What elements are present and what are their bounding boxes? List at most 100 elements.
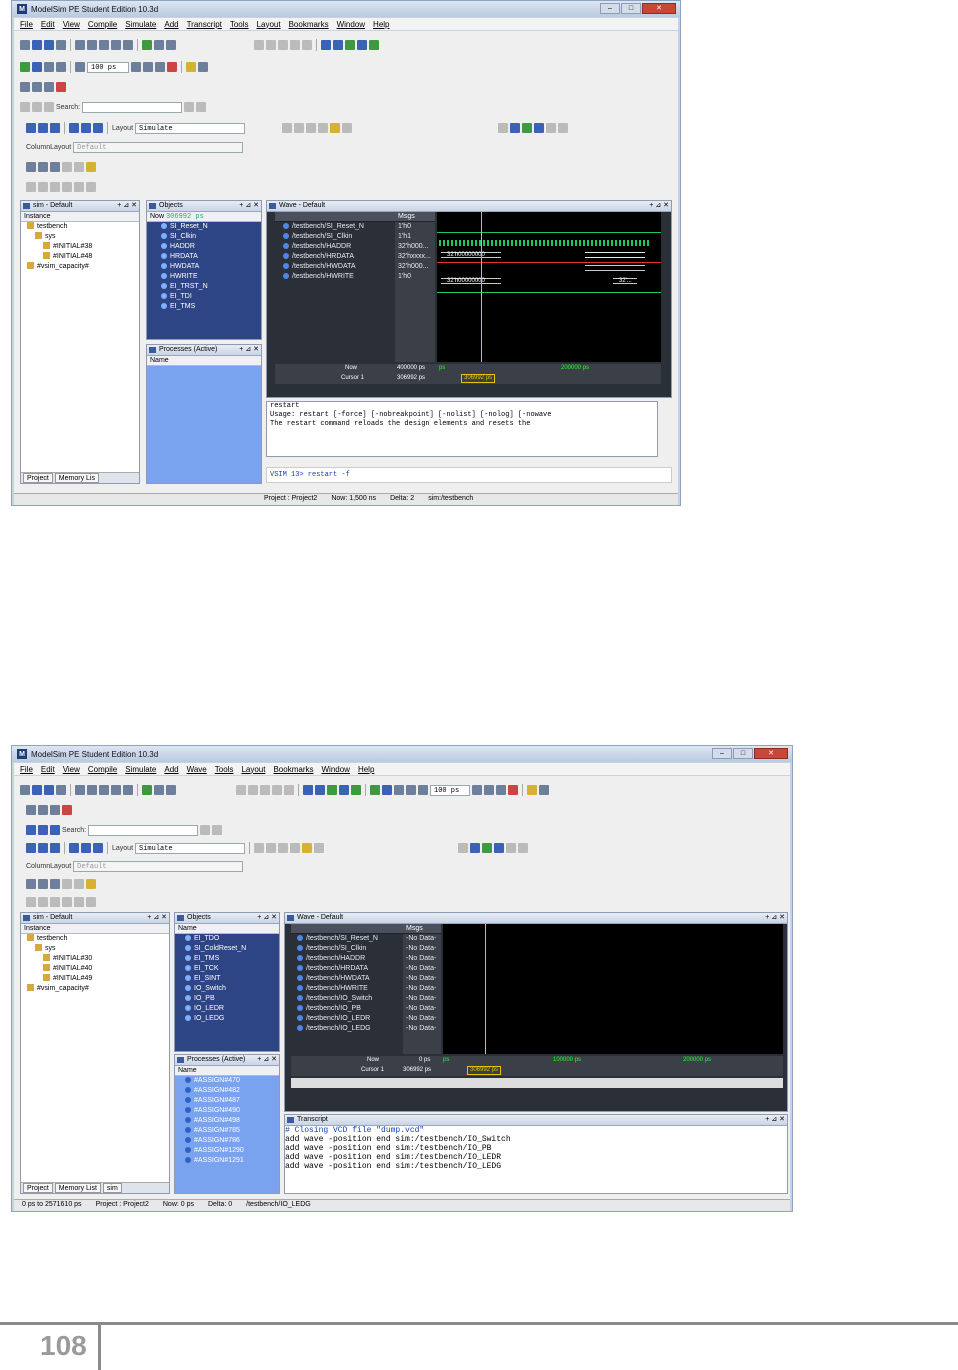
maximize-button[interactable]: □	[621, 3, 641, 14]
run-forward-icon[interactable]	[406, 785, 416, 795]
object-row[interactable]: EI_TRST_N	[147, 282, 261, 292]
zoom-last-icon[interactable]	[314, 843, 325, 853]
process-row[interactable]: #ASSIGN#1290	[175, 1146, 279, 1156]
break-icon[interactable]	[302, 40, 312, 50]
break-sim-icon[interactable]	[167, 62, 177, 72]
step-up-icon[interactable]	[50, 123, 60, 133]
step-into-icon[interactable]	[38, 843, 48, 853]
open-icon[interactable]	[32, 785, 42, 795]
run-icon[interactable]	[131, 62, 141, 72]
process-row[interactable]: #ASSIGN#490	[175, 1106, 279, 1116]
wave-signal-row[interactable]: /testbench/HRDATA	[291, 964, 403, 974]
tree-item[interactable]: testbench	[21, 222, 139, 232]
tree-item[interactable]: #vsim_capacity#	[21, 262, 139, 272]
process-row[interactable]: #ASSIGN#498	[175, 1116, 279, 1126]
object-row[interactable]: IO_LEDG	[175, 1014, 279, 1024]
menu-item-tools[interactable]: Tools	[230, 20, 249, 29]
new-icon[interactable]	[20, 40, 30, 50]
nav-up-icon[interactable]	[44, 102, 54, 112]
process-row[interactable]: #ASSIGN#785	[175, 1126, 279, 1136]
memory-icon[interactable]	[357, 40, 367, 50]
tree-item[interactable]: sys	[21, 944, 169, 954]
step-out-icon[interactable]	[278, 40, 288, 50]
step-over-icon[interactable]	[266, 40, 276, 50]
instance-column-header[interactable]: Instance	[21, 924, 169, 934]
tree-item[interactable]: #INITIAL#30	[21, 954, 169, 964]
stop-icon[interactable]	[418, 785, 428, 795]
pane-controls[interactable]: + ⊿ ✕	[257, 913, 277, 923]
process-row[interactable]: #ASSIGN#1291	[175, 1156, 279, 1166]
stop-icon[interactable]	[75, 62, 85, 72]
menu-item-add[interactable]: Add	[164, 765, 178, 774]
zoom-in-icon[interactable]	[254, 843, 265, 853]
step-icon-2[interactable]	[69, 843, 79, 853]
wave-edit-icon[interactable]	[470, 843, 480, 853]
edge-mode-icon[interactable]	[86, 182, 96, 192]
edge-prev-icon[interactable]	[26, 897, 36, 907]
zoom-last-icon[interactable]	[342, 123, 352, 133]
wave-signal-row[interactable]: /testbench/IO_LEDR	[291, 1014, 403, 1024]
step-icon-2[interactable]	[69, 123, 79, 133]
object-row[interactable]: IO_PB	[175, 994, 279, 1004]
instance-column-header[interactable]: Instance	[21, 212, 139, 222]
menu-item-compile[interactable]: Compile	[88, 20, 117, 29]
object-row[interactable]: HWDATA	[147, 262, 261, 272]
nav-back-icon[interactable]	[20, 102, 30, 112]
menu-item-add[interactable]: Add	[164, 20, 178, 29]
edge-last-icon[interactable]	[62, 182, 72, 192]
find-icon[interactable]	[154, 40, 164, 50]
menu-item-layout[interactable]: Layout	[257, 20, 281, 29]
object-row[interactable]: SI_Clkin	[147, 232, 261, 242]
tree-item[interactable]: #INITIAL#48	[21, 252, 139, 262]
wave-signal-row[interactable]: /testbench/HADDR	[291, 954, 403, 964]
wave-signal-row[interactable]: /testbench/IO_Switch	[291, 994, 403, 1004]
step-into-icon[interactable]	[38, 123, 48, 133]
sim-icon[interactable]	[370, 785, 380, 795]
zoom-region-icon[interactable]	[330, 123, 340, 133]
zoom-icon[interactable]	[26, 805, 36, 815]
dataflow-icon[interactable]	[327, 785, 337, 795]
pointer-icon[interactable]	[26, 162, 36, 172]
menu-item-simulate[interactable]: Simulate	[125, 20, 156, 29]
marker-icon[interactable]	[86, 879, 96, 889]
wave-signal-row[interactable]: /testbench/HWDATA	[275, 262, 395, 272]
cut-icon[interactable]	[75, 785, 85, 795]
step-icon-4[interactable]	[93, 123, 103, 133]
wave-compare-icon[interactable]	[482, 843, 492, 853]
wave-format-icon[interactable]	[458, 843, 468, 853]
wave-signal-row[interactable]: /testbench/HWRITE	[291, 984, 403, 994]
break-sim-icon[interactable]	[508, 785, 518, 795]
nav-up-icon[interactable]	[50, 825, 60, 835]
wave-signal-row[interactable]: /testbench/HADDR	[275, 242, 395, 252]
wave-snap-icon[interactable]	[558, 123, 568, 133]
layout3-icon[interactable]	[62, 805, 72, 815]
edge-first-icon[interactable]	[50, 182, 60, 192]
close-button[interactable]: ✕	[642, 3, 676, 14]
binoculars-icon[interactable]	[166, 785, 176, 795]
dataflow-icon[interactable]	[345, 40, 355, 50]
print-icon[interactable]	[56, 40, 66, 50]
tree-item[interactable]: #INITIAL#49	[21, 974, 169, 984]
break-icon[interactable]	[284, 785, 294, 795]
zoom-icon[interactable]	[20, 82, 30, 92]
nav-forward-icon[interactable]	[38, 825, 48, 835]
source-icon[interactable]	[351, 785, 361, 795]
step-icon[interactable]	[254, 40, 264, 50]
wave-plot[interactable]	[443, 924, 783, 1054]
processes-name-header[interactable]: Name	[175, 1066, 279, 1076]
menu-item-wave[interactable]: Wave	[187, 765, 207, 774]
minimize-button[interactable]: –	[712, 748, 732, 759]
minimize-button[interactable]: –	[600, 3, 620, 14]
wave-signal-row[interactable]: /testbench/IO_PB	[291, 1004, 403, 1014]
zoom-full-icon[interactable]	[306, 123, 316, 133]
object-row[interactable]: HWRITE	[147, 272, 261, 282]
object-row[interactable]: HRDATA	[147, 252, 261, 262]
edit-mode-icon[interactable]	[38, 162, 48, 172]
run-back-icon[interactable]	[394, 785, 404, 795]
zoom-full-icon[interactable]	[278, 843, 289, 853]
menu-item-file[interactable]: File	[20, 765, 33, 774]
continue-icon[interactable]	[272, 785, 282, 795]
run-length-input[interactable]: 100 ps	[430, 784, 470, 796]
edge-find-icon[interactable]	[74, 897, 84, 907]
wave-format-icon[interactable]	[498, 123, 508, 133]
